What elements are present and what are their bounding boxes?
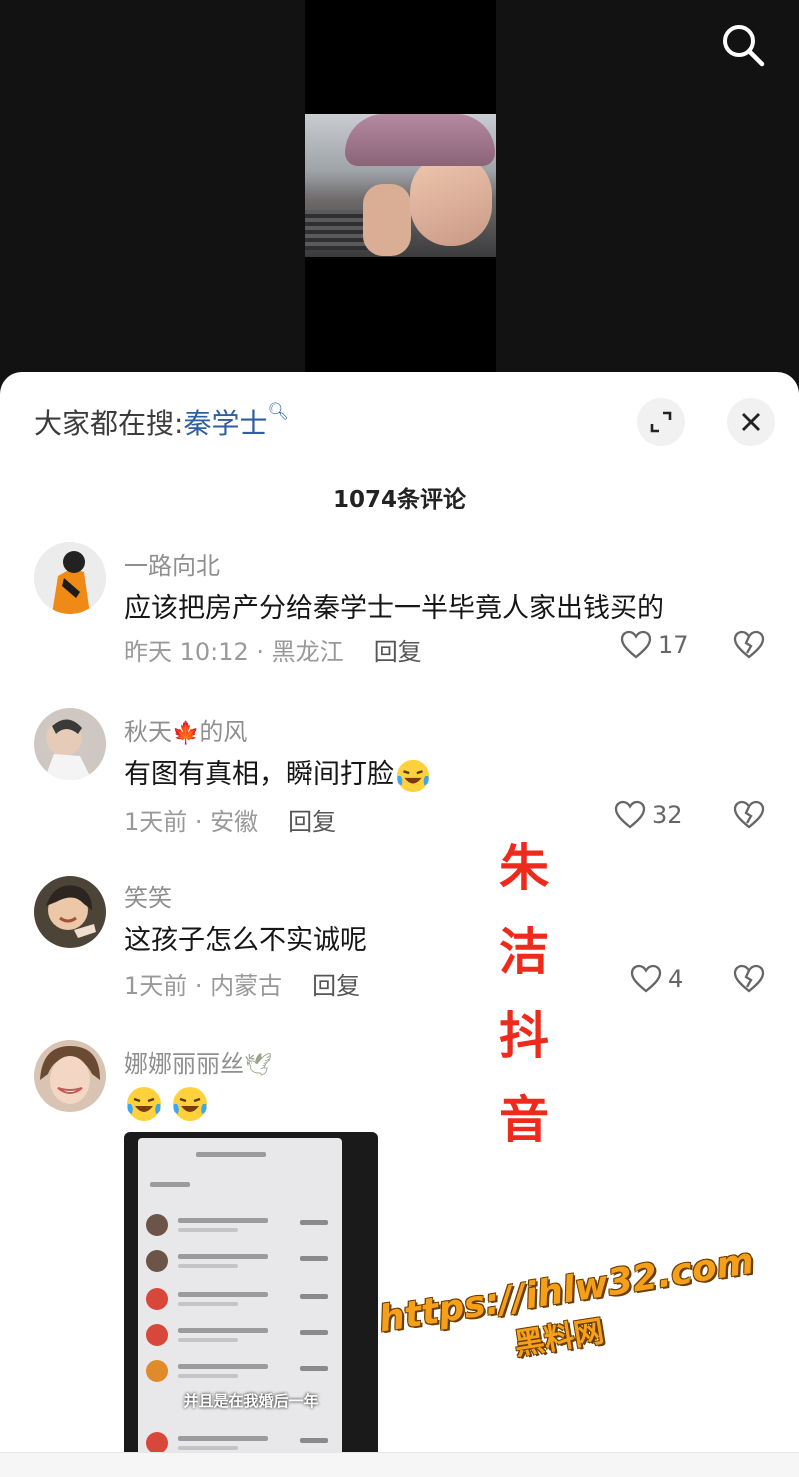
like-button[interactable]: 17 (620, 630, 689, 660)
watermark-char: 音 (499, 1091, 549, 1149)
image-caption: 并且是在我婚后一年 (183, 1392, 319, 1410)
laughing-tears-emoji (396, 759, 430, 792)
expand-icon (650, 411, 672, 433)
avatar[interactable] (34, 876, 106, 948)
comment-input-bar[interactable] (0, 1452, 799, 1477)
comment-meta: 1天前 · 内蒙古 回复 (124, 966, 360, 1001)
close-icon (742, 413, 760, 431)
like-button[interactable]: 32 (614, 800, 683, 830)
comment-text: 应该把房产分给秦学士一半毕竟人家出钱买的 (124, 593, 664, 624)
like-button[interactable]: 4 (630, 964, 683, 994)
reply-button[interactable]: 回复 (374, 638, 422, 666)
laughing-tears-emoji (127, 1087, 161, 1121)
like-count: 17 (658, 631, 689, 659)
reply-button[interactable]: 回复 (288, 808, 336, 836)
video-frame (305, 114, 496, 257)
comment-meta: 1天前 · 安徽 回复 (124, 802, 336, 837)
comment-meta: 昨天 10:12 · 黑龙江 回复 (124, 632, 422, 667)
reply-button[interactable]: 回复 (312, 972, 360, 1000)
close-button[interactable] (727, 398, 775, 446)
dislike-icon[interactable] (733, 800, 765, 830)
comment-text: 有图有真相，瞬间打脸 (124, 752, 432, 795)
comment-body: 有图有真相，瞬间打脸 (124, 759, 394, 790)
avatar[interactable] (34, 1040, 106, 1112)
heart-icon (620, 630, 652, 659)
hot-search-prefix: 大家都在搜: (34, 407, 184, 440)
comment-text (124, 1084, 210, 1124)
maple-leaf-icon: 🍁 (172, 721, 200, 746)
hot-search-keyword[interactable]: 秦学士 (183, 407, 267, 440)
comment-username[interactable]: 一路向北 (124, 546, 220, 581)
dislike-icon[interactable] (733, 964, 765, 994)
avatar[interactable] (34, 708, 106, 780)
video-player[interactable] (0, 0, 799, 385)
phone-screenshot (138, 1138, 342, 1462)
comment-text: 这孩子怎么不实诚呢 (124, 925, 367, 956)
heart-icon (614, 800, 646, 829)
laughing-tears-emoji (173, 1087, 207, 1121)
hot-search-bar[interactable]: 大家都在搜:秦学士🔍︎ (34, 402, 289, 442)
comment-time-location: 1天前 · 安徽 (124, 808, 259, 836)
dislike-icon[interactable] (733, 630, 765, 660)
expand-button[interactable] (637, 398, 685, 446)
keyword-search-icon: 🔍︎ (267, 402, 290, 422)
comment-count: 1074条评论 (332, 487, 466, 513)
username-text: 秋天 (124, 718, 172, 746)
avatar[interactable] (34, 542, 106, 614)
comment-username[interactable]: 娜娜丽丽丝🕊 (124, 1044, 272, 1079)
comment-time-location: 1天前 · 内蒙古 (124, 972, 283, 1000)
username-text: 娜娜丽丽丝 (124, 1050, 244, 1078)
comment-image[interactable]: 并且是在我婚后一年 (124, 1132, 378, 1462)
search-icon[interactable] (718, 20, 768, 70)
comment-username[interactable]: 秋天🍁的风 (124, 712, 247, 747)
like-count: 4 (668, 965, 684, 993)
vertical-watermark: 朱 洁 抖 音 (494, 826, 554, 1162)
watermark-char: 洁 (499, 923, 549, 981)
like-count: 32 (652, 801, 683, 829)
dove-icon: 🕊 (244, 1053, 272, 1078)
comment-time-location: 昨天 10:12 · 黑龙江 (124, 638, 344, 666)
heart-icon (630, 964, 662, 993)
watermark-char: 朱 (499, 839, 549, 897)
comment-username[interactable]: 笑笑 (124, 878, 172, 913)
watermark-char: 抖 (499, 1007, 549, 1065)
username-suffix: 的风 (199, 718, 248, 746)
